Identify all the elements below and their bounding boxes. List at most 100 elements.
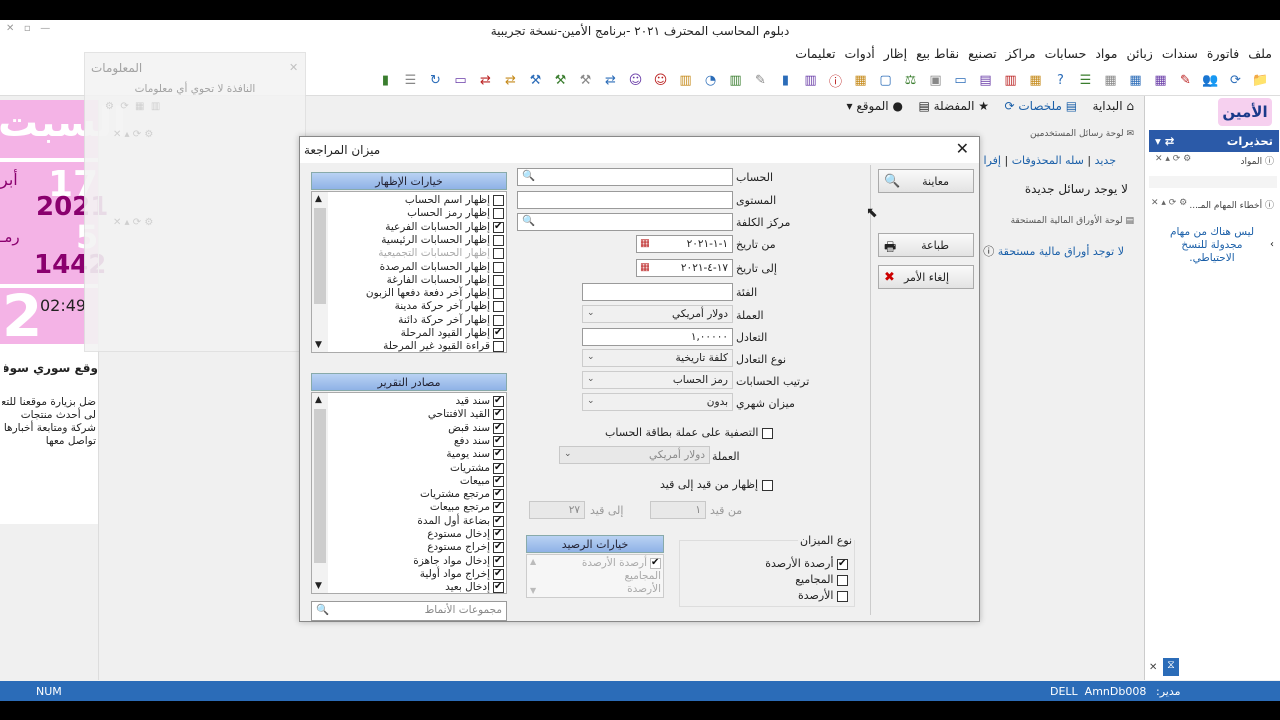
checkbox[interactable] [493,394,504,407]
pie-icon[interactable]: ◔ [699,69,722,92]
checkbox[interactable] [493,301,504,313]
checkbox[interactable] [493,527,504,540]
close-icon[interactable]: ✕ [956,139,969,158]
search-icon[interactable]: 🔍 [522,169,535,184]
tool-icon[interactable]: ⚒ [524,69,547,92]
checkbox[interactable] [493,487,504,501]
list-item[interactable]: إظهار الحسابات الفرعية [385,220,504,234]
refresh-icon[interactable]: ⟳ [1224,69,1247,92]
menu-item[interactable]: أدوات [844,46,874,61]
barcode-icon[interactable]: ▥ [674,69,697,92]
cancel-button[interactable]: ✖ إلغاء الأمر [878,265,974,289]
book-icon[interactable]: ▮ [774,69,797,92]
box-icon[interactable]: ▢ [874,69,897,92]
window-controls[interactable]: ✕ ▫ — [6,23,50,34]
calendar-icon[interactable]: ▦ [1124,69,1147,92]
list-item[interactable]: سند دفع [454,434,504,448]
list-item[interactable]: مبيعات [460,474,504,488]
list-item[interactable]: إظهار آخر حركة دائنة [398,314,504,327]
arrows-icon[interactable]: ⇄ [474,69,497,92]
list-item[interactable]: مرتجع مشتريات [420,487,504,501]
show-range-checkbox[interactable] [761,479,773,491]
people-icon[interactable]: ☺ [624,69,647,92]
patterns-field[interactable]: مجموعات الأنماط 🔍 [311,601,507,621]
scroll-down-icon[interactable]: ▼ [315,340,322,350]
list-item[interactable]: سند قبض [448,421,504,435]
checkbox[interactable] [493,234,504,246]
list-item[interactable]: إخراج مواد أولية [420,567,504,581]
checkbox[interactable] [493,554,504,567]
menu-item[interactable]: إظار [884,46,907,61]
checkbox[interactable] [493,447,504,461]
search-icon[interactable]: 🔍 [316,603,329,618]
list-item[interactable]: مشتريات [450,461,504,475]
checkbox[interactable] [493,500,504,514]
tab-home[interactable]: ⌂ البداية [1087,96,1140,116]
grid-icon[interactable]: ▦ [1024,69,1047,92]
checkbox[interactable] [837,557,848,570]
checkbox[interactable] [493,314,504,326]
tab-favorites[interactable]: ★ المفضلة ▤ [912,96,995,116]
chart-icon[interactable]: ▥ [799,69,822,92]
tool-icon[interactable]: ⚒ [549,69,572,92]
scroll-up-icon[interactable]: ▲ [315,194,322,204]
level-input[interactable] [517,191,733,209]
checkbox[interactable] [493,540,504,554]
menu-item[interactable]: سندات [1162,46,1198,61]
from-entry-input[interactable]: ١ [650,501,706,519]
checkbox[interactable] [493,195,504,206]
filter-currency-row[interactable]: التصفية على عملة بطاقة الحساب [605,426,773,439]
calendar-icon[interactable]: ▦ [1149,69,1172,92]
list-item[interactable]: إظهار اسم الحساب [405,194,504,207]
section-tools[interactable]: ✕ ▴ ⟳ ⚙ [1151,198,1187,208]
list-item[interactable]: مرتجع مبيعات [430,500,504,514]
calendar-icon[interactable]: ▦ [640,236,650,251]
checkbox[interactable] [493,274,504,286]
tab-summaries[interactable]: ▤ ملخصات ⟳ [998,96,1083,116]
panel-tools[interactable]: ⚙ ⟳ ▦ ▥ [105,101,160,112]
account-input[interactable]: 🔍 [517,168,733,186]
users-icon[interactable]: 👥 [1199,69,1222,92]
edit-icon[interactable]: ✎ [1174,69,1197,92]
menu-item[interactable]: حسابات [1045,46,1087,61]
menu-item[interactable]: تعليمات [795,46,835,61]
scroll-up-icon[interactable]: ▲ [315,395,322,405]
category-input[interactable] [582,283,733,301]
from-date-input[interactable]: ١-١-٢٠٢١ ▦ [636,235,733,253]
section-tools[interactable]: ✕ ▴ ⟳ ⚙ [1155,154,1191,164]
list-icon[interactable]: ☰ [1074,69,1097,92]
scrollbar[interactable]: ▲ ▼ [312,192,328,352]
list-item[interactable]: إظهار رمز الحساب [407,207,504,220]
tool-icon[interactable]: ⚒ [574,69,597,92]
list-item[interactable]: بضاعة أول المدة [417,514,504,528]
edit-icon[interactable]: ✎ [749,69,772,92]
currency-select[interactable]: دولار أمريكي ⌄ [582,305,733,323]
list-item[interactable]: سند قيد [455,394,504,408]
list-item[interactable]: إدخال مستودع [427,527,504,541]
filter-currency-checkbox[interactable] [762,427,773,439]
print-button[interactable]: 🖶 طباعة [878,233,974,257]
checkbox[interactable] [493,407,504,421]
chart-icon[interactable]: ▥ [724,69,747,92]
menu-item[interactable]: تصنيع [968,46,997,61]
checkbox[interactable] [493,421,504,434]
trash-link[interactable]: سله المحذوفات [1012,154,1084,167]
to-entry-input[interactable]: ٢٧ [529,501,585,519]
checkbox[interactable] [493,341,504,352]
list-icon[interactable]: ☰ [399,69,422,92]
list-item[interactable]: إخراج مستودع [427,540,504,554]
arrows-icon[interactable]: ⇄ [499,69,522,92]
checkbox[interactable] [493,208,504,220]
checkbox[interactable] [493,326,504,339]
book-icon[interactable]: ▮ [374,69,397,92]
cost-center-input[interactable]: 🔍 [517,213,733,231]
menu-item[interactable]: مراكز [1006,46,1036,61]
checkbox[interactable] [493,220,504,233]
checkbox[interactable] [837,590,848,602]
read-link[interactable]: إفرا [984,154,1001,167]
trial-type-option[interactable]: المجاميع [758,573,848,586]
list-item[interactable]: إظهار آخر حركة مدينة [395,300,504,313]
arrows-icon[interactable]: ⇄ [599,69,622,92]
scrollbar[interactable]: ▲ ▼ [312,393,328,593]
calc-icon[interactable]: ▦ [849,69,872,92]
